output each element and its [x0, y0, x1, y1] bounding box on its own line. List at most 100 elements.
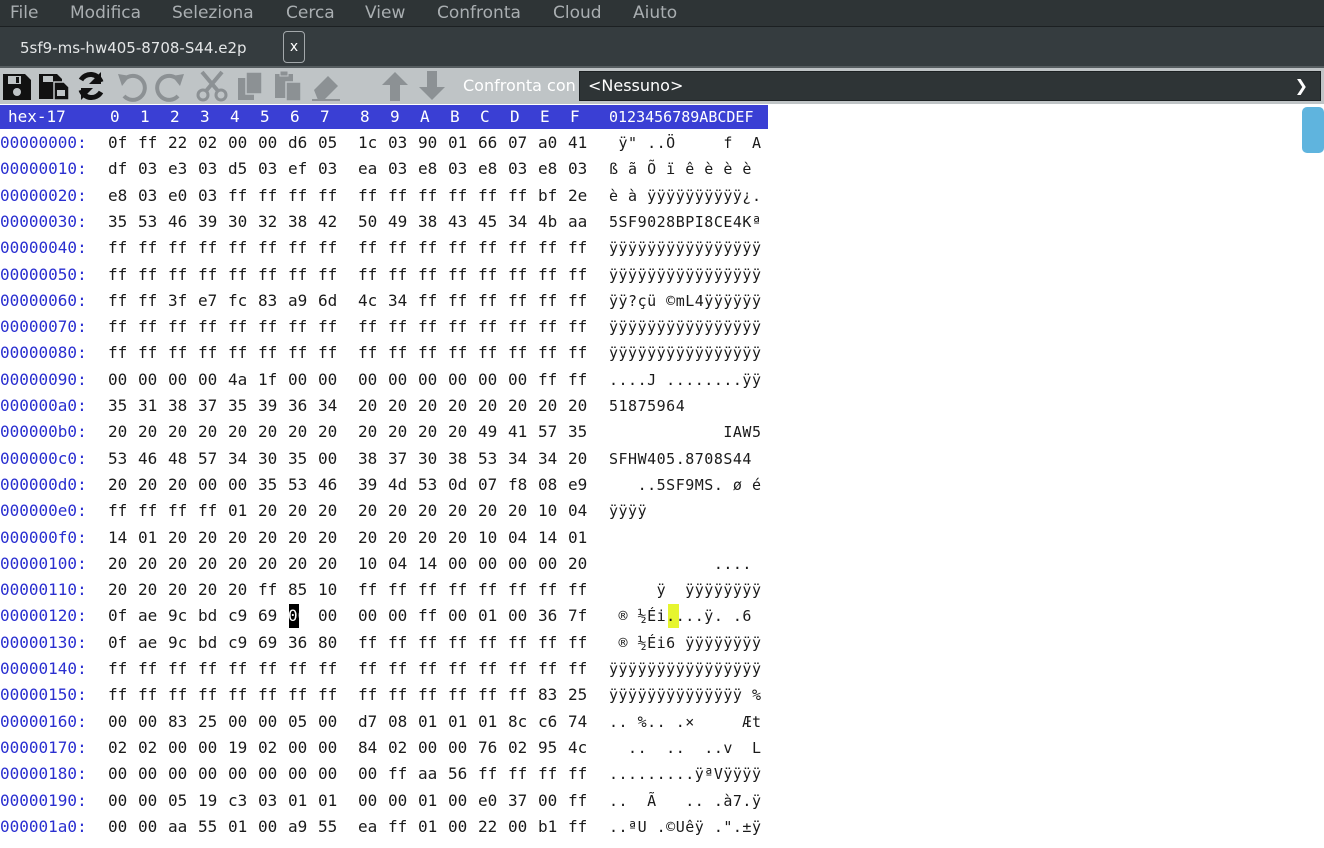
byte-cell[interactable]: ea: [358, 156, 377, 182]
byte-cell[interactable]: ff: [538, 630, 557, 656]
byte-cell[interactable]: 37: [508, 788, 527, 814]
byte-cell[interactable]: ff: [568, 788, 587, 814]
byte-cell[interactable]: 00: [508, 814, 527, 840]
byte-cell[interactable]: ff: [228, 262, 247, 288]
byte-cell[interactable]: 6d: [318, 288, 337, 314]
byte-cell[interactable]: ff: [478, 288, 497, 314]
byte-cell[interactable]: ff: [448, 340, 467, 366]
tab-close-button[interactable]: x: [283, 31, 305, 63]
byte-cell[interactable]: 9c: [168, 603, 187, 629]
byte-cell[interactable]: ff: [258, 314, 277, 340]
byte-cell[interactable]: 03: [198, 156, 217, 182]
byte-cell[interactable]: a0: [538, 130, 557, 156]
ascii-cell[interactable]: ..ªU .©Uêÿ .".±ÿ: [609, 814, 762, 840]
byte-cell[interactable]: 00: [108, 367, 127, 393]
byte-cell[interactable]: ff: [358, 235, 377, 261]
byte-cell[interactable]: 20: [568, 551, 587, 577]
byte-cell[interactable]: 20: [388, 419, 407, 445]
byte-cell[interactable]: ff: [538, 314, 557, 340]
byte-cell[interactable]: 4a: [228, 367, 247, 393]
byte-cell[interactable]: 20: [198, 551, 217, 577]
byte-cell[interactable]: 83: [168, 709, 187, 735]
byte-cell[interactable]: 57: [538, 419, 557, 445]
byte-cell[interactable]: ff: [388, 314, 407, 340]
byte-cell[interactable]: 03: [138, 156, 157, 182]
undo-icon[interactable]: [116, 70, 148, 102]
byte-cell[interactable]: ff: [358, 630, 377, 656]
byte-cell[interactable]: 49: [388, 209, 407, 235]
byte-cell[interactable]: ff: [568, 288, 587, 314]
byte-cell[interactable]: 00: [228, 709, 247, 735]
byte-cell[interactable]: 39: [198, 209, 217, 235]
byte-cell[interactable]: 00: [288, 761, 307, 787]
byte-cell[interactable]: 00: [508, 603, 527, 629]
byte-cell[interactable]: df: [108, 156, 127, 182]
byte-cell[interactable]: ff: [568, 340, 587, 366]
byte-cell[interactable]: 00: [448, 603, 467, 629]
byte-cell[interactable]: ff: [108, 314, 127, 340]
byte-cell[interactable]: ff: [168, 656, 187, 682]
byte-cell[interactable]: 20: [508, 393, 527, 419]
byte-cell[interactable]: 01: [228, 814, 247, 840]
byte-cell[interactable]: ff: [288, 314, 307, 340]
byte-cell[interactable]: 00: [388, 367, 407, 393]
byte-cell[interactable]: ff: [358, 314, 377, 340]
byte-cell[interactable]: 39: [358, 472, 377, 498]
byte-cell[interactable]: 20: [418, 393, 437, 419]
byte-cell[interactable]: ff: [388, 183, 407, 209]
byte-cell[interactable]: f8: [508, 472, 527, 498]
byte-cell[interactable]: 00: [318, 367, 337, 393]
byte-cell[interactable]: 53: [418, 472, 437, 498]
byte-cell[interactable]: 00: [108, 709, 127, 735]
byte-cell[interactable]: 20: [198, 577, 217, 603]
byte-cell[interactable]: 4c: [358, 288, 377, 314]
byte-cell[interactable]: 00: [228, 472, 247, 498]
byte-cell[interactable]: ff: [478, 682, 497, 708]
cut-icon[interactable]: [196, 70, 228, 102]
byte-cell[interactable]: a9: [288, 814, 307, 840]
byte-cell[interactable]: 20: [258, 551, 277, 577]
byte-cell[interactable]: 00: [228, 761, 247, 787]
byte-cell[interactable]: 25: [198, 709, 217, 735]
byte-cell[interactable]: 1f: [258, 367, 277, 393]
erase-icon[interactable]: [310, 70, 342, 102]
byte-cell[interactable]: ff: [508, 630, 527, 656]
byte-cell[interactable]: 66: [478, 130, 497, 156]
byte-cell[interactable]: ff: [538, 235, 557, 261]
byte-cell[interactable]: ff: [198, 262, 217, 288]
byte-cell[interactable]: ef: [288, 156, 307, 182]
ascii-cell[interactable]: ÿÿÿÿ: [609, 498, 647, 524]
byte-cell[interactable]: 38: [448, 446, 467, 472]
byte-cell[interactable]: 20: [358, 393, 377, 419]
byte-cell[interactable]: 00: [288, 735, 307, 761]
byte-cell[interactable]: ff: [388, 761, 407, 787]
byte-cell[interactable]: 20: [288, 525, 307, 551]
ascii-cell[interactable]: ÿÿÿÿÿÿÿÿÿÿÿÿÿÿÿÿ: [609, 235, 762, 261]
file-tab[interactable]: 5sf9-ms-hw405-8708-S44.e2p: [0, 27, 247, 66]
byte-cell[interactable]: ff: [508, 761, 527, 787]
byte-cell[interactable]: ff: [418, 656, 437, 682]
ascii-cell[interactable]: ® ½Éi6 ÿÿÿÿÿÿÿÿ: [609, 630, 762, 656]
byte-cell[interactable]: 02: [138, 735, 157, 761]
arrow-down-icon[interactable]: [416, 70, 448, 102]
ascii-cell[interactable]: ÿ ÿÿÿÿÿÿÿÿ: [609, 577, 762, 603]
byte-cell[interactable]: ff: [478, 314, 497, 340]
byte-cell[interactable]: e8: [478, 156, 497, 182]
byte-cell[interactable]: 0f: [108, 630, 127, 656]
byte-cell[interactable]: 02: [108, 735, 127, 761]
byte-cell[interactable]: 38: [418, 209, 437, 235]
byte-cell[interactable]: ff: [318, 682, 337, 708]
byte-cell[interactable]: 20: [288, 551, 307, 577]
byte-cell[interactable]: 90: [418, 130, 437, 156]
byte-cell[interactable]: 35: [228, 393, 247, 419]
byte-cell[interactable]: 20: [448, 393, 467, 419]
byte-cell[interactable]: ff: [168, 235, 187, 261]
byte-cell[interactable]: 00: [318, 735, 337, 761]
byte-cell[interactable]: ff: [258, 682, 277, 708]
byte-cell[interactable]: ff: [418, 603, 437, 629]
byte-cell[interactable]: 46: [138, 446, 157, 472]
byte-cell[interactable]: 8c: [508, 709, 527, 735]
byte-cell[interactable]: ff: [568, 314, 587, 340]
byte-cell[interactable]: 03: [138, 183, 157, 209]
byte-cell[interactable]: ff: [478, 183, 497, 209]
